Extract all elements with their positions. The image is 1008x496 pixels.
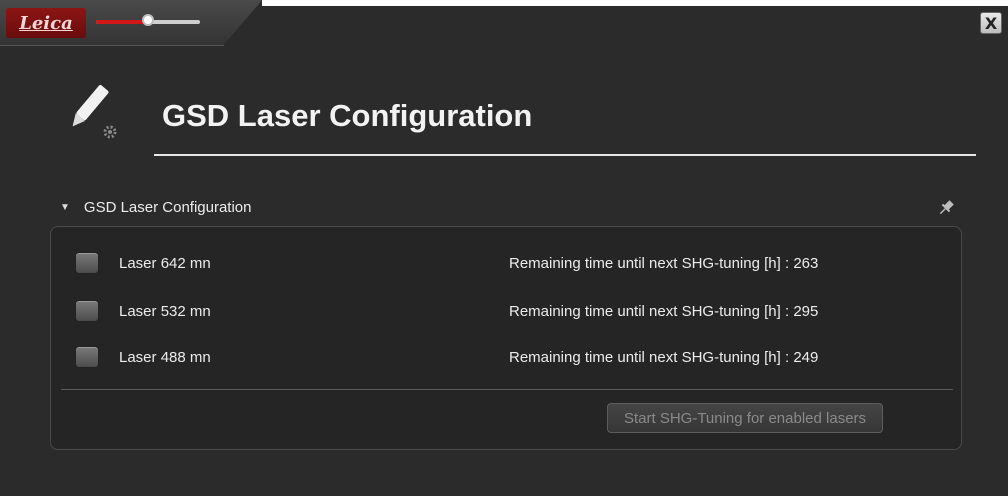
pin-icon[interactable] — [936, 198, 956, 218]
laser-row: Laser 488 mn Remaining time until next S… — [75, 343, 915, 371]
laser-row: Laser 532 mn Remaining time until next S… — [75, 297, 915, 325]
remaining-value: 295 — [793, 302, 819, 320]
app-window: Leica X GSD Laser Configuration ▼ GSD La… — [0, 0, 1008, 496]
section-header[interactable]: ▼ GSD Laser Configuration — [60, 199, 252, 216]
header-tab-edge — [0, 45, 224, 46]
remaining-label: Remaining time until next SHG-tuning [h]… — [509, 348, 790, 366]
top-strip — [262, 0, 1008, 6]
remaining-value: 249 — [793, 348, 819, 366]
laser-label: Laser 488 mn — [119, 348, 211, 366]
close-button[interactable]: X — [980, 12, 1002, 34]
start-button-label: Start SHG-Tuning for enabled lasers — [623, 409, 867, 427]
remaining-time-text: Remaining time until next SHG-tuning [h]… — [509, 303, 818, 320]
collapse-arrow-icon[interactable]: ▼ — [60, 202, 70, 213]
laser-642-checkbox[interactable] — [75, 252, 99, 274]
start-shg-tuning-button[interactable]: Start SHG-Tuning for enabled lasers — [607, 403, 883, 433]
title-rule — [154, 154, 976, 156]
leica-logo: Leica — [6, 8, 86, 38]
laser-488-checkbox[interactable] — [75, 346, 99, 368]
pencil-gear-icon — [72, 85, 117, 139]
laser-label: Laser 532 mn — [119, 302, 211, 320]
page-title: GSD Laser Configuration — [162, 98, 533, 133]
section-title: GSD Laser Configuration — [83, 199, 252, 216]
laser-label: Laser 642 mn — [119, 254, 211, 272]
remaining-label: Remaining time until next SHG-tuning [h]… — [509, 254, 790, 272]
slider-thumb[interactable] — [142, 14, 154, 26]
close-icon: X — [984, 13, 998, 33]
remaining-time-text: Remaining time until next SHG-tuning [h]… — [509, 349, 818, 366]
laser-532-checkbox[interactable] — [75, 300, 99, 322]
logo-text: Leica — [19, 12, 73, 34]
remaining-time-text: Remaining time until next SHG-tuning [h]… — [509, 255, 818, 272]
slider-fill — [96, 20, 148, 24]
remaining-label: Remaining time until next SHG-tuning [h]… — [509, 302, 790, 320]
panel-divider — [61, 389, 953, 390]
laser-row: Laser 642 mn Remaining time until next S… — [75, 249, 915, 277]
remaining-value: 263 — [793, 254, 819, 272]
laser-panel: Laser 642 mn Remaining time until next S… — [50, 226, 962, 450]
